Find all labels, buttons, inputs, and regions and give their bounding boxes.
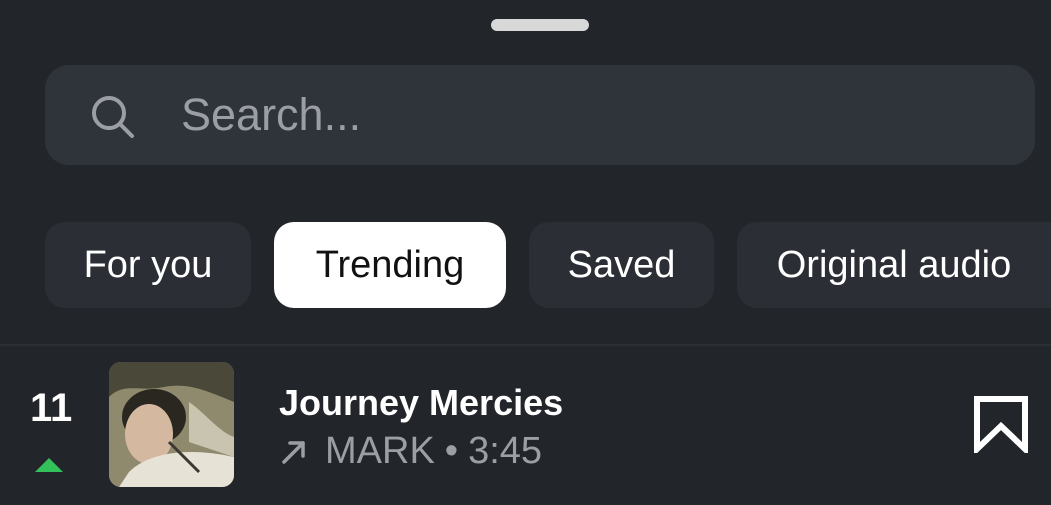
track-duration: 3:45 — [468, 430, 543, 472]
arrow-up-right-icon — [282, 440, 305, 464]
bookmark-icon[interactable] — [973, 395, 1029, 453]
tab-bar: For you Trending Saved Original audio — [0, 222, 1051, 308]
tab-original-audio[interactable]: Original audio — [737, 222, 1051, 308]
album-cover — [109, 362, 234, 487]
tab-trending[interactable]: Trending — [274, 222, 506, 308]
rank-up-icon — [35, 458, 63, 472]
track-title: Journey Mercies — [279, 382, 564, 423]
search-input[interactable] — [181, 85, 961, 145]
meta-separator: • — [444, 430, 459, 472]
audio-picker-sheet: For you Trending Saved Original audio 11… — [0, 0, 1051, 505]
search-icon — [92, 96, 134, 138]
tab-saved[interactable]: Saved — [529, 222, 714, 308]
drag-handle[interactable] — [491, 19, 589, 31]
tab-for-you[interactable]: For you — [45, 222, 251, 308]
track-rank: 11 — [30, 386, 73, 430]
track-meta: MARK • 3:45 — [279, 430, 542, 473]
track-row[interactable]: 11 Journey Mercies MARK • 3:45 — [0, 346, 1051, 505]
album-cover-art — [109, 362, 234, 487]
track-artist: MARK — [325, 430, 435, 472]
